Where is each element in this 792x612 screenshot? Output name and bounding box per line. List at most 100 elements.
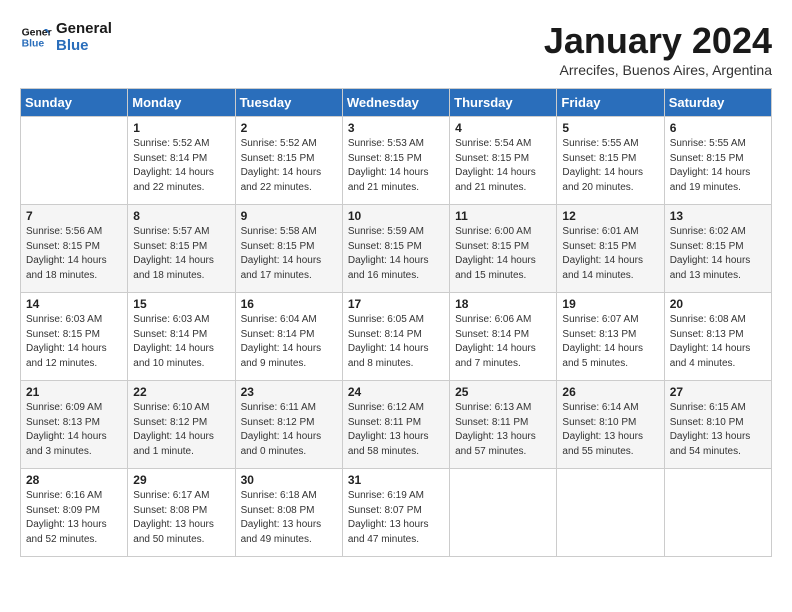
day-number: 15: [133, 297, 229, 311]
calendar-cell: [664, 469, 771, 557]
calendar-cell: 27 Sunrise: 6:15 AM Sunset: 8:10 PM Dayli…: [664, 381, 771, 469]
day-info: Sunrise: 5:55 AM Sunset: 8:15 PM Dayligh…: [670, 137, 766, 195]
calendar-cell: 10 Sunrise: 5:59 AM Sunset: 8:15 PM Dayli…: [342, 205, 449, 293]
day-number: 1: [133, 121, 229, 135]
day-info: Sunrise: 5:55 AM Sunset: 8:15 PM Dayligh…: [562, 137, 658, 195]
day-number: 27: [670, 385, 766, 399]
day-info: Sunrise: 6:00 AM Sunset: 8:15 PM Dayligh…: [455, 225, 551, 283]
day-info: Sunrise: 5:57 AM Sunset: 8:15 PM Dayligh…: [133, 225, 229, 283]
weekday-header-thursday: Thursday: [450, 89, 557, 117]
calendar-cell: 5 Sunrise: 5:55 AM Sunset: 8:15 PM Daylig…: [557, 117, 664, 205]
day-info: Sunrise: 6:05 AM Sunset: 8:14 PM Dayligh…: [348, 313, 444, 371]
calendar-week-3: 14 Sunrise: 6:03 AM Sunset: 8:15 PM Dayli…: [21, 293, 772, 381]
day-number: 20: [670, 297, 766, 311]
calendar-cell: 6 Sunrise: 5:55 AM Sunset: 8:15 PM Daylig…: [664, 117, 771, 205]
logo-blue: Blue: [56, 37, 112, 54]
calendar-cell: 17Sunrise: 6:05 AM Sunset: 8:14 PM Dayli…: [342, 293, 449, 381]
calendar-cell: 8Sunrise: 5:57 AM Sunset: 8:15 PM Daylig…: [128, 205, 235, 293]
day-number: 19: [562, 297, 658, 311]
calendar-cell: 2 Sunrise: 5:52 AM Sunset: 8:15 PM Daylig…: [235, 117, 342, 205]
calendar-cell: 19 Sunrise: 6:07 AM Sunset: 8:13 PM Dayli…: [557, 293, 664, 381]
calendar-cell: 20 Sunrise: 6:08 AM Sunset: 8:13 PM Dayli…: [664, 293, 771, 381]
day-info: Sunrise: 6:15 AM Sunset: 8:10 PM Dayligh…: [670, 401, 766, 459]
weekday-header-row: SundayMondayTuesdayWednesdayThursdayFrid…: [21, 89, 772, 117]
weekday-header-wednesday: Wednesday: [342, 89, 449, 117]
day-number: 23: [241, 385, 337, 399]
day-info: Sunrise: 6:10 AM Sunset: 8:12 PM Dayligh…: [133, 401, 229, 459]
calendar-cell: 4 Sunrise: 5:54 AM Sunset: 8:15 PM Daylig…: [450, 117, 557, 205]
day-info: Sunrise: 6:03 AM Sunset: 8:14 PM Dayligh…: [133, 313, 229, 371]
calendar-cell: 26Sunrise: 6:14 AM Sunset: 8:10 PM Dayli…: [557, 381, 664, 469]
calendar-week-2: 7 Sunrise: 5:56 AM Sunset: 8:15 PM Daylig…: [21, 205, 772, 293]
day-info: Sunrise: 5:56 AM Sunset: 8:15 PM Dayligh…: [26, 225, 122, 283]
day-info: Sunrise: 5:52 AM Sunset: 8:15 PM Dayligh…: [241, 137, 337, 195]
day-info: Sunrise: 5:52 AM Sunset: 8:14 PM Dayligh…: [133, 137, 229, 195]
title-block: January 2024 Arrecifes, Buenos Aires, Ar…: [544, 20, 772, 78]
svg-text:Blue: Blue: [22, 39, 45, 50]
day-number: 9: [241, 209, 337, 223]
svg-text:General: General: [22, 28, 52, 39]
logo-general: General: [56, 20, 112, 37]
day-number: 6: [670, 121, 766, 135]
day-info: Sunrise: 6:02 AM Sunset: 8:15 PM Dayligh…: [670, 225, 766, 283]
day-number: 24: [348, 385, 444, 399]
day-info: Sunrise: 6:03 AM Sunset: 8:15 PM Dayligh…: [26, 313, 122, 371]
day-info: Sunrise: 6:07 AM Sunset: 8:13 PM Dayligh…: [562, 313, 658, 371]
calendar-cell: 16 Sunrise: 6:04 AM Sunset: 8:14 PM Dayli…: [235, 293, 342, 381]
day-info: Sunrise: 6:08 AM Sunset: 8:13 PM Dayligh…: [670, 313, 766, 371]
day-number: 5: [562, 121, 658, 135]
weekday-header-tuesday: Tuesday: [235, 89, 342, 117]
day-number: 16: [241, 297, 337, 311]
day-number: 3: [348, 121, 444, 135]
weekday-header-sunday: Sunday: [21, 89, 128, 117]
calendar-cell: 9 Sunrise: 5:58 AM Sunset: 8:15 PM Daylig…: [235, 205, 342, 293]
day-info: Sunrise: 6:06 AM Sunset: 8:14 PM Dayligh…: [455, 313, 551, 371]
calendar-cell: 13 Sunrise: 6:02 AM Sunset: 8:15 PM Dayli…: [664, 205, 771, 293]
day-number: 10: [348, 209, 444, 223]
calendar-cell: 12 Sunrise: 6:01 AM Sunset: 8:15 PM Dayli…: [557, 205, 664, 293]
calendar-cell: [21, 117, 128, 205]
day-number: 12: [562, 209, 658, 223]
day-info: Sunrise: 6:12 AM Sunset: 8:11 PM Dayligh…: [348, 401, 444, 459]
day-info: Sunrise: 6:04 AM Sunset: 8:14 PM Dayligh…: [241, 313, 337, 371]
calendar-week-5: 28Sunrise: 6:16 AM Sunset: 8:09 PM Dayli…: [21, 469, 772, 557]
calendar-cell: 15 Sunrise: 6:03 AM Sunset: 8:14 PM Dayli…: [128, 293, 235, 381]
day-info: Sunrise: 5:54 AM Sunset: 8:15 PM Dayligh…: [455, 137, 551, 195]
logo: General Blue General Blue: [20, 20, 112, 55]
day-number: 7: [26, 209, 122, 223]
calendar-cell: 11 Sunrise: 6:00 AM Sunset: 8:15 PM Dayli…: [450, 205, 557, 293]
day-info: Sunrise: 6:19 AM Sunset: 8:07 PM Dayligh…: [348, 489, 444, 547]
calendar-cell: 3 Sunrise: 5:53 AM Sunset: 8:15 PM Daylig…: [342, 117, 449, 205]
calendar-week-1: 1 Sunrise: 5:52 AM Sunset: 8:14 PM Daylig…: [21, 117, 772, 205]
calendar-cell: 22Sunrise: 6:10 AM Sunset: 8:12 PM Dayli…: [128, 381, 235, 469]
calendar-body: 1 Sunrise: 5:52 AM Sunset: 8:14 PM Daylig…: [21, 117, 772, 557]
day-number: 11: [455, 209, 551, 223]
day-info: Sunrise: 6:01 AM Sunset: 8:15 PM Dayligh…: [562, 225, 658, 283]
calendar-cell: 28Sunrise: 6:16 AM Sunset: 8:09 PM Dayli…: [21, 469, 128, 557]
day-number: 28: [26, 473, 122, 487]
day-number: 30: [241, 473, 337, 487]
day-info: Sunrise: 6:13 AM Sunset: 8:11 PM Dayligh…: [455, 401, 551, 459]
month-title: January 2024: [544, 20, 772, 62]
day-number: 4: [455, 121, 551, 135]
calendar-cell: 23 Sunrise: 6:11 AM Sunset: 8:12 PM Dayli…: [235, 381, 342, 469]
day-info: Sunrise: 6:11 AM Sunset: 8:12 PM Dayligh…: [241, 401, 337, 459]
day-number: 14: [26, 297, 122, 311]
day-info: Sunrise: 5:53 AM Sunset: 8:15 PM Dayligh…: [348, 137, 444, 195]
calendar-cell: 24 Sunrise: 6:12 AM Sunset: 8:11 PM Dayli…: [342, 381, 449, 469]
calendar-week-4: 21 Sunrise: 6:09 AM Sunset: 8:13 PM Dayli…: [21, 381, 772, 469]
day-info: Sunrise: 6:14 AM Sunset: 8:10 PM Dayligh…: [562, 401, 658, 459]
weekday-header-monday: Monday: [128, 89, 235, 117]
day-number: 29: [133, 473, 229, 487]
day-number: 21: [26, 385, 122, 399]
day-info: Sunrise: 6:09 AM Sunset: 8:13 PM Dayligh…: [26, 401, 122, 459]
day-info: Sunrise: 5:58 AM Sunset: 8:15 PM Dayligh…: [241, 225, 337, 283]
logo-icon: General Blue: [20, 21, 52, 53]
day-info: Sunrise: 5:59 AM Sunset: 8:15 PM Dayligh…: [348, 225, 444, 283]
calendar-cell: 14 Sunrise: 6:03 AM Sunset: 8:15 PM Dayli…: [21, 293, 128, 381]
day-number: 13: [670, 209, 766, 223]
calendar-cell: 30Sunrise: 6:18 AM Sunset: 8:08 PM Dayli…: [235, 469, 342, 557]
calendar-cell: 25Sunrise: 6:13 AM Sunset: 8:11 PM Dayli…: [450, 381, 557, 469]
page-header: General Blue General Blue January 2024 A…: [20, 20, 772, 78]
day-number: 2: [241, 121, 337, 135]
